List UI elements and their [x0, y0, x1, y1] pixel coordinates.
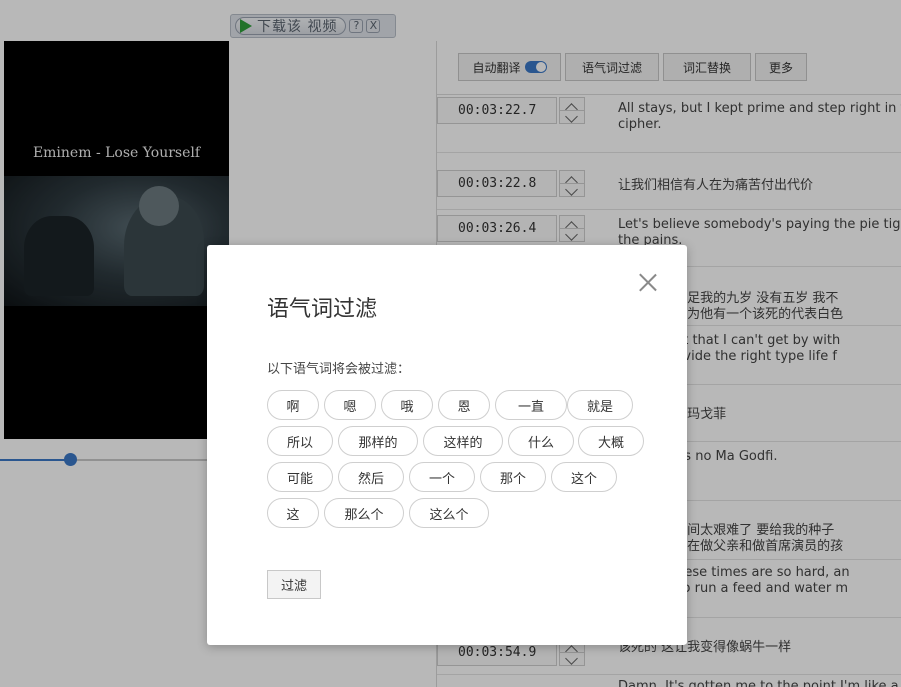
filler-word-chip[interactable]: 这个: [551, 462, 617, 492]
filler-filter-dialog: 语气词过滤 以下语气词将会被过滤： 啊嗯哦恩一直 就是所以 那样的 这样的 什么 大概可能…: [207, 245, 687, 645]
filler-word-chip[interactable]: 就是: [567, 390, 633, 420]
filler-word-chip[interactable]: 那个: [480, 462, 546, 492]
filler-word-chip[interactable]: 哦: [381, 390, 433, 420]
filler-word-chip[interactable]: 一个: [409, 462, 475, 492]
filler-word-chip[interactable]: 然后: [338, 462, 404, 492]
filler-word-chip[interactable]: 什么: [508, 426, 574, 456]
close-icon[interactable]: [639, 273, 657, 291]
filler-word-chip[interactable]: 这: [267, 498, 319, 528]
filler-word-chip[interactable]: 一直: [495, 390, 567, 420]
filler-word-chip[interactable]: 嗯: [324, 390, 376, 420]
filler-word-chip[interactable]: 这样的: [423, 426, 503, 456]
filler-word-chip[interactable]: 这么个: [409, 498, 489, 528]
dialog-description: 以下语气词将会被过滤：: [267, 362, 411, 377]
filler-word-chip[interactable]: 那样的: [338, 426, 418, 456]
filler-word-chip[interactable]: 恩: [438, 390, 490, 420]
filler-word-chip[interactable]: 那么个: [324, 498, 404, 528]
dialog-title: 语气词过滤: [267, 297, 378, 322]
filter-button[interactable]: 过滤: [267, 570, 321, 599]
filler-word-chip[interactable]: 所以: [267, 426, 333, 456]
filler-word-chip[interactable]: 大概: [578, 426, 644, 456]
filler-word-chip[interactable]: 可能: [267, 462, 333, 492]
filler-word-chip[interactable]: 啊: [267, 390, 319, 420]
